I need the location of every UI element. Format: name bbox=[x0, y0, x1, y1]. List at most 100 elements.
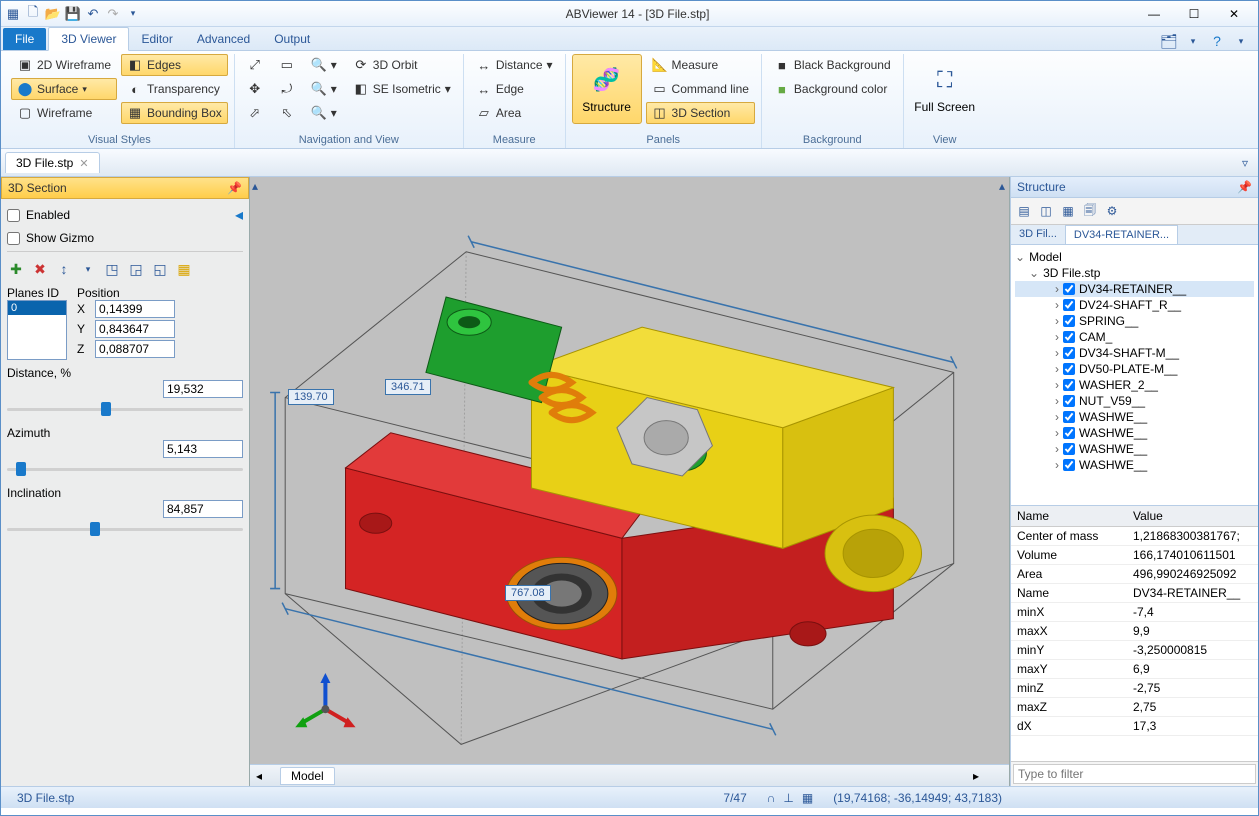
section-pin-icon[interactable]: 📌 bbox=[227, 181, 242, 195]
filter-input[interactable] bbox=[1013, 764, 1256, 784]
stico-3[interactable]: ▦ bbox=[1059, 202, 1077, 220]
minimize-button[interactable]: — bbox=[1134, 3, 1174, 25]
exp-root[interactable]: ⌄ bbox=[1015, 250, 1025, 264]
slider-azimuth[interactable] bbox=[7, 460, 243, 478]
nav-zoom[interactable]: 🔍▾ bbox=[305, 54, 343, 76]
chevron-right-icon[interactable]: › bbox=[1055, 394, 1059, 408]
vp-scroll-right[interactable]: ▸ bbox=[973, 769, 979, 783]
input-distance[interactable] bbox=[163, 380, 243, 398]
tree-check[interactable] bbox=[1063, 299, 1075, 311]
reverse-icon[interactable]: ◂ bbox=[235, 205, 243, 225]
chevron-right-icon[interactable]: › bbox=[1055, 330, 1059, 344]
chevron-right-icon[interactable]: › bbox=[1055, 458, 1059, 472]
secico-del[interactable]: ✖ bbox=[31, 260, 49, 278]
qat-undo-icon[interactable]: ↶ bbox=[85, 6, 101, 22]
nav-c[interactable]: 🔍▾ bbox=[305, 102, 343, 124]
maximize-button[interactable]: ☐ bbox=[1174, 3, 1214, 25]
tab-3d-viewer[interactable]: 3D Viewer bbox=[48, 27, 129, 51]
btn-transparency[interactable]: ◐Transparency bbox=[121, 78, 228, 100]
input-y[interactable] bbox=[95, 320, 175, 338]
secico-p3[interactable]: ◱ bbox=[151, 260, 169, 278]
tree-item[interactable]: › DV24-SHAFT_R__ bbox=[1015, 297, 1254, 313]
btn-bounding-box[interactable]: ▦Bounding Box bbox=[121, 102, 228, 124]
tree-check[interactable] bbox=[1063, 379, 1075, 391]
tree-item[interactable]: › SPRING__ bbox=[1015, 313, 1254, 329]
tab-file[interactable]: File bbox=[3, 28, 46, 50]
secico-add[interactable]: ✚ bbox=[7, 260, 25, 278]
input-x[interactable] bbox=[95, 300, 175, 318]
help-dd-icon[interactable]: ▾ bbox=[1232, 32, 1250, 50]
btn-area[interactable]: ▱Area bbox=[470, 102, 559, 124]
secico-p4[interactable]: ▦ bbox=[175, 260, 193, 278]
input-z[interactable] bbox=[95, 340, 175, 358]
chk-enabled[interactable] bbox=[7, 209, 20, 222]
struct-tab-file[interactable]: 3D Fil... bbox=[1011, 225, 1065, 244]
tree-check[interactable] bbox=[1063, 283, 1075, 295]
chevron-right-icon[interactable]: › bbox=[1055, 298, 1059, 312]
qat-open-icon[interactable]: 📂 bbox=[45, 6, 61, 22]
btn-wireframe[interactable]: ▢Wireframe bbox=[11, 102, 117, 124]
tree-item[interactable]: › DV50-PLATE-M__ bbox=[1015, 361, 1254, 377]
qat-dropdown-icon[interactable]: ▾ bbox=[125, 6, 141, 22]
tree-check[interactable] bbox=[1063, 459, 1075, 471]
btn-se-iso[interactable]: ◧SE Isometric ▾ bbox=[347, 78, 457, 100]
tree-item[interactable]: › CAM_ bbox=[1015, 329, 1254, 345]
secico-p1[interactable]: ◳ bbox=[103, 260, 121, 278]
tab-editor[interactable]: Editor bbox=[129, 28, 184, 50]
input-inclination[interactable] bbox=[163, 500, 243, 518]
style-dd-icon[interactable]: ▾ bbox=[1184, 32, 1202, 50]
tree-item[interactable]: › WASHWE__ bbox=[1015, 409, 1254, 425]
tree-item[interactable]: › WASHWE__ bbox=[1015, 425, 1254, 441]
chevron-right-icon[interactable]: › bbox=[1055, 346, 1059, 360]
close-button[interactable]: ✕ bbox=[1214, 3, 1254, 25]
chevron-right-icon[interactable]: › bbox=[1055, 426, 1059, 440]
tree-check[interactable] bbox=[1063, 315, 1075, 327]
chk-gizmo[interactable] bbox=[7, 232, 20, 245]
nav-zoom2[interactable]: 🔍▾ bbox=[305, 78, 343, 100]
status-ortho-icon[interactable]: ⊥ bbox=[783, 791, 793, 805]
tree-item[interactable]: › NUT_V59__ bbox=[1015, 393, 1254, 409]
tab-advanced[interactable]: Advanced bbox=[185, 28, 262, 50]
vp-scroll-left[interactable]: ◂ bbox=[256, 769, 262, 783]
qat-save-icon[interactable]: 💾 bbox=[65, 6, 81, 22]
status-grid-icon[interactable]: ▦ bbox=[802, 791, 813, 805]
chevron-right-icon[interactable]: › bbox=[1055, 362, 1059, 376]
doc-tabs-dd[interactable]: ▿ bbox=[1242, 156, 1254, 170]
status-snap-icon[interactable]: ∩ bbox=[767, 791, 776, 805]
help-icon[interactable]: ? bbox=[1208, 32, 1226, 50]
nav-zoom-extents[interactable]: ⤢ bbox=[241, 54, 269, 76]
slider-distance[interactable] bbox=[7, 400, 243, 418]
viewport-3d[interactable]: 139.70 346.71 767.08 ▴ ▴ ◂ Model ▸ bbox=[249, 177, 1010, 786]
tree-check[interactable] bbox=[1063, 395, 1075, 407]
chevron-right-icon[interactable]: › bbox=[1055, 282, 1059, 296]
btn-distance[interactable]: ↔Distance ▾ bbox=[470, 54, 559, 76]
btn-3d-orbit[interactable]: ⟳3D Orbit bbox=[347, 54, 424, 76]
doc-close-icon[interactable]: ✕ bbox=[79, 157, 88, 170]
secico-axis[interactable]: ↕ bbox=[55, 260, 73, 278]
nav-zoom-window[interactable]: ▭ bbox=[273, 54, 301, 76]
tree-item[interactable]: › DV34-SHAFT-M__ bbox=[1015, 345, 1254, 361]
doc-tab[interactable]: 3D File.stp ✕ bbox=[5, 152, 100, 173]
chevron-right-icon[interactable]: › bbox=[1055, 378, 1059, 392]
secico-p2[interactable]: ◲ bbox=[127, 260, 145, 278]
options-icon[interactable]: 🗂 bbox=[1160, 32, 1178, 50]
chevron-right-icon[interactable]: › bbox=[1055, 410, 1059, 424]
structure-tree[interactable]: ⌄Model ⌄3D File.stp › DV34-RETAINER__› D… bbox=[1011, 245, 1258, 505]
tree-check[interactable] bbox=[1063, 331, 1075, 343]
stico-5[interactable]: ⚙ bbox=[1103, 202, 1121, 220]
btn-2d-wireframe[interactable]: ▣2D Wireframe bbox=[11, 54, 117, 76]
btn-edges[interactable]: ◧Edges bbox=[121, 54, 228, 76]
btn-black-bg[interactable]: ■Black Background bbox=[768, 54, 897, 76]
tab-output[interactable]: Output bbox=[262, 28, 322, 50]
vp-scroll-up-r[interactable]: ▴ bbox=[999, 179, 1005, 193]
nav-b[interactable]: ⬁ bbox=[273, 102, 301, 124]
btn-3d-section[interactable]: ◫3D Section bbox=[646, 102, 755, 124]
chevron-right-icon[interactable]: › bbox=[1055, 314, 1059, 328]
btn-cmdline[interactable]: ▭Command line bbox=[646, 78, 755, 100]
tree-check[interactable] bbox=[1063, 363, 1075, 375]
tree-check[interactable] bbox=[1063, 443, 1075, 455]
btn-surface[interactable]: ⬤Surface ▾ bbox=[11, 78, 117, 100]
structure-pin-icon[interactable]: 📌 bbox=[1237, 180, 1252, 194]
btn-fullscreen[interactable]: ⛶ Full Screen bbox=[910, 54, 980, 124]
tree-check[interactable] bbox=[1063, 411, 1075, 423]
